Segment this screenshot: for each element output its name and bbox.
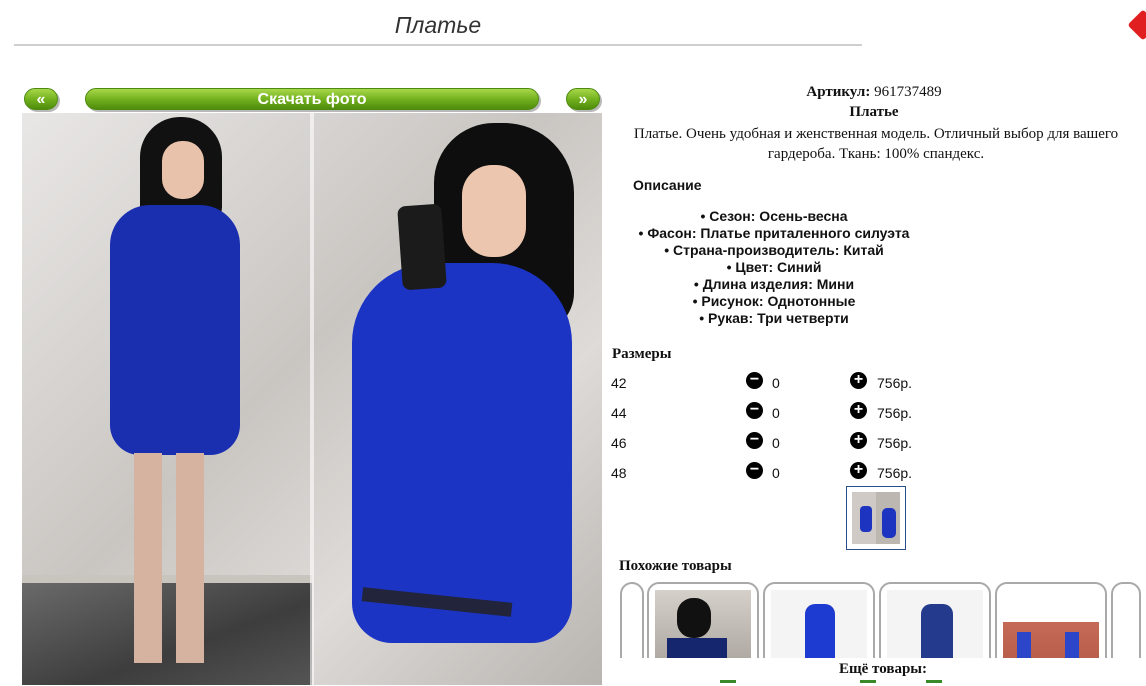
size-label: 42 [611,375,627,391]
attribute-item: Цвет: Синий [604,259,944,276]
minus-circle-icon[interactable]: − [746,372,763,389]
close-icon[interactable] [1127,9,1146,41]
size-quantity: 0 [772,405,780,421]
size-quantity: 0 [772,375,780,391]
model-legs-left [134,453,204,663]
more-link[interactable] [860,680,876,683]
size-label: 46 [611,435,627,451]
size-price: 756р. [877,375,913,391]
attribute-item: Длина изделия: Мини [604,276,944,293]
more-products-label: Ещё товары: [838,661,928,677]
attribute-item: Рисунок: Однотонные [604,293,944,310]
sku-label: Артикул: [806,84,871,100]
next-photo-button[interactable]: » [566,88,600,110]
size-price: 756р. [877,465,913,481]
model-face-right [462,165,526,257]
minus-circle-icon[interactable]: − [746,432,763,449]
size-row: 44 − 0 + 756р. [611,402,931,424]
size-row: 46 − 0 + 756р. [611,432,931,454]
product-name: Платье [849,104,899,120]
phone-in-hand [397,203,447,291]
product-sku: Артикул: 961737489 [604,84,1144,101]
attribute-list: Сезон: Осень-весна Фасон: Платье притале… [604,208,944,327]
size-quantity: 0 [772,465,780,481]
attribute-item: Страна-производитель: Китай [604,242,944,259]
size-row: 48 − 0 + 756р. [611,462,931,484]
page-header: Платье [14,0,862,46]
attribute-item: Сезон: Осень-весна [604,208,944,225]
minus-circle-icon[interactable]: − [746,402,763,419]
size-label: 48 [611,465,627,481]
similar-heading: Похожие товары [619,558,732,574]
description-heading: Описание [633,177,702,193]
plus-circle-icon[interactable]: + [850,432,867,449]
download-photo-button[interactable]: Скачать фото [85,88,539,110]
minus-circle-icon[interactable]: − [746,462,763,479]
model-face-left [162,141,204,199]
size-row: 42 − 0 + 756р. [611,372,931,394]
more-products-bar: Ещё товары: [620,658,1146,685]
sizes-heading: Размеры [612,346,672,362]
more-link[interactable] [720,680,736,683]
prev-photo-button[interactable]: « [24,88,58,110]
size-label: 44 [611,405,627,421]
page-title: Платье [394,12,482,38]
attribute-item: Фасон: Платье приталенного силуэта [604,225,944,242]
plus-circle-icon[interactable]: + [850,462,867,479]
more-link[interactable] [926,680,942,683]
product-photo[interactable] [22,113,602,685]
photo-thumbnail[interactable] [846,486,906,550]
product-description: Платье. Очень удобная и женственная моде… [633,126,1119,162]
sku-value: 961737489 [874,84,942,100]
dress-right [352,263,572,643]
plus-circle-icon[interactable]: + [850,402,867,419]
thumbnail-image [852,492,900,544]
size-price: 756р. [877,435,913,451]
attribute-item: Рукав: Три четверти [604,310,944,327]
plus-circle-icon[interactable]: + [850,372,867,389]
size-quantity: 0 [772,435,780,451]
photo-divider [310,113,314,685]
more-products-links [620,680,1146,686]
size-price: 756р. [877,405,913,421]
dress-left [110,205,240,455]
